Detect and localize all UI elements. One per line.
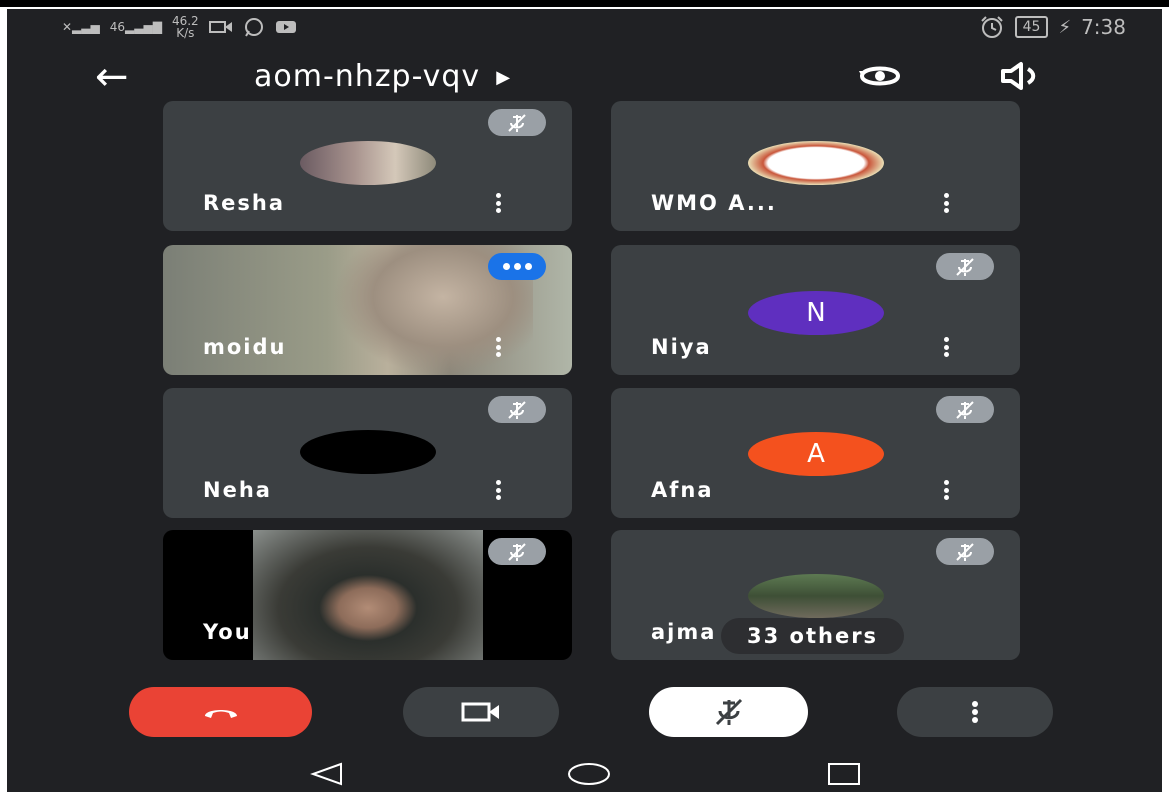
system-nav-bar: [7, 754, 1162, 792]
participant-name: Niya: [651, 335, 712, 359]
participant-tile[interactable]: Resha: [163, 101, 572, 231]
camera-toggle-button[interactable]: [403, 687, 559, 737]
mic-off-icon: [715, 698, 742, 726]
self-video: [253, 530, 483, 660]
meeting-code-button[interactable]: aom-nhzp-vqv ▶: [254, 59, 511, 94]
more-vertical-icon[interactable]: [942, 480, 950, 500]
participant-avatar: [300, 430, 436, 474]
self-tile[interactable]: You: [163, 530, 572, 660]
more-vertical-icon[interactable]: [494, 337, 502, 357]
others-count: 33 others: [747, 624, 879, 648]
participant-name: WMO A...: [651, 191, 777, 215]
mic-off-icon: [936, 538, 994, 565]
phone-screen: ✕▂▃▅ 46▂▃▅▇ 46.2 K/s 45 ⚡ 7:38 ← aom-nhz…: [7, 9, 1162, 792]
charging-icon: ⚡: [1058, 16, 1072, 38]
mic-off-icon: [488, 109, 546, 136]
video-camera-icon: [461, 702, 499, 722]
more-vertical-icon: [972, 701, 978, 723]
participant-name: Neha: [203, 478, 272, 502]
status-bar: ✕▂▃▅ 46▂▃▅▇ 46.2 K/s 45 ⚡ 7:38: [7, 9, 1162, 45]
more-vertical-icon[interactable]: [942, 337, 950, 357]
more-vertical-icon[interactable]: [494, 193, 502, 213]
more-vertical-icon[interactable]: [942, 193, 950, 213]
speed-unit: K/s: [176, 26, 195, 40]
participant-name: moidu: [203, 335, 287, 359]
participant-tile[interactable]: moidu: [163, 245, 572, 375]
phone-hangup-icon: [204, 710, 237, 718]
others-count-chip[interactable]: 33 others: [721, 618, 905, 654]
avatar-letter: N: [806, 298, 826, 328]
nav-recents-icon[interactable]: [827, 762, 861, 786]
letter-avatar: A: [748, 432, 884, 476]
participant-avatar: [300, 141, 436, 185]
arrow-left-icon[interactable]: ←: [95, 57, 129, 97]
mic-toggle-button[interactable]: [649, 687, 808, 737]
end-call-button[interactable]: [129, 687, 312, 737]
letter-avatar: N: [748, 291, 884, 335]
switch-camera-icon[interactable]: [857, 59, 903, 93]
nav-home-icon[interactable]: [567, 762, 611, 786]
mic-off-icon: [488, 396, 546, 423]
participant-tile[interactable]: Neha: [163, 388, 572, 518]
top-border: [0, 0, 1169, 7]
nav-back-icon[interactable]: [309, 762, 343, 786]
mic-off-icon: [936, 396, 994, 423]
participant-tile[interactable]: N Niya: [611, 245, 1020, 375]
network-signal-icon: 46▂▃▅▇: [109, 20, 162, 34]
participant-tile[interactable]: WMO A...: [611, 101, 1020, 231]
alarm-icon: [980, 16, 1003, 38]
clock: 7:38: [1081, 15, 1126, 39]
battery-indicator: 45: [1014, 16, 1049, 38]
logo-avatar: [748, 141, 884, 185]
network-type: 46: [109, 20, 126, 34]
video-notification-icon: [208, 21, 232, 33]
participant-name: Afna: [651, 478, 714, 502]
participant-avatar: [748, 574, 884, 618]
signal-icon: ✕▂▃▅: [62, 20, 100, 34]
triangle-right-icon: ▶: [496, 67, 512, 88]
more-options-button[interactable]: [897, 687, 1053, 737]
participant-name: You: [203, 620, 252, 644]
mic-off-icon: [936, 253, 994, 280]
data-speed: 46.2 K/s: [172, 15, 199, 39]
participant-tile[interactable]: A Afna: [611, 388, 1020, 518]
youtube-icon: [275, 21, 296, 33]
speaker-icon[interactable]: [999, 61, 1045, 91]
avatar-letter: A: [807, 439, 825, 469]
more-vertical-icon[interactable]: [494, 480, 502, 500]
whatsapp-icon: [244, 18, 263, 37]
meeting-code: aom-nhzp-vqv: [254, 59, 481, 94]
mic-off-icon: [488, 538, 546, 565]
speaking-indicator-icon: [488, 253, 546, 280]
participant-name: ajma: [651, 620, 717, 644]
others-tile[interactable]: ajma 33 others: [611, 530, 1020, 660]
meeting-header: ← aom-nhzp-vqv ▶: [7, 49, 1162, 109]
participant-name: Resha: [203, 191, 286, 215]
